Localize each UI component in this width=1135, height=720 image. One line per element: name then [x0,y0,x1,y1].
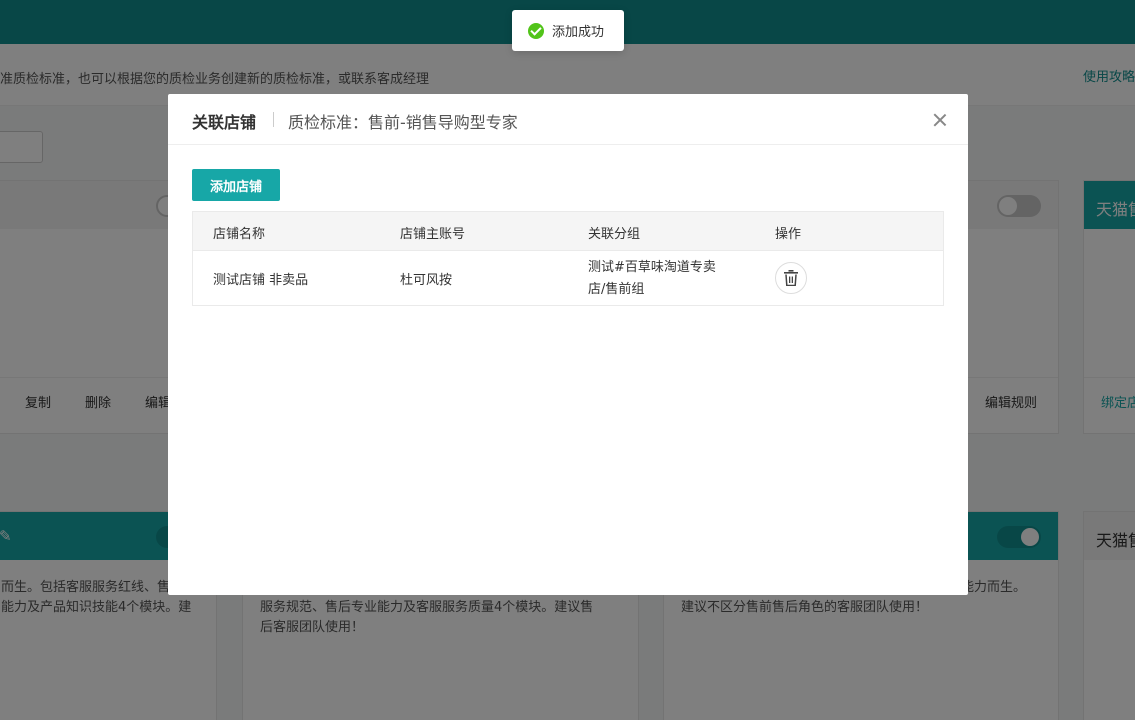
modal-title: 关联店铺 [192,113,257,132]
check-circle-icon [528,22,544,39]
title-divider [273,112,274,127]
shop-name-cell: 测试店铺 非卖品 [213,273,309,288]
modal-header: 关联店铺 质检标准：售前-销售导购型专家 [168,94,968,145]
column-header-shop-name: 店铺名称 [213,227,266,242]
toast-text: 添加成功 [552,25,605,40]
modal-subtitle: 质检标准：售前-销售导购型专家 [288,113,518,132]
shop-table: 店铺名称 店铺主账号 关联分组 操作 测试店铺 非卖品 杜可风按 测试#百草味淘… [192,211,944,306]
trash-icon [784,270,798,286]
column-header-group: 关联分组 [588,227,641,242]
main-account-cell: 杜可风按 [400,273,453,288]
link-shop-modal: 关联店铺 质检标准：售前-销售导购型专家 添加店铺 店铺名称 店铺主账号 关联分… [168,94,968,595]
close-icon[interactable] [930,110,950,130]
group-line: 测试#百草味淘道专卖 [588,260,716,275]
table-row: 测试店铺 非卖品 杜可风按 测试#百草味淘道专卖 店/售前组 [193,251,943,305]
table-header: 店铺名称 店铺主账号 关联分组 操作 [193,212,943,251]
group-cell: 测试#百草味淘道专卖 店/售前组 [588,257,716,301]
column-header-action: 操作 [775,227,802,242]
add-shop-button[interactable]: 添加店铺 [192,169,280,201]
delete-button[interactable] [775,262,807,294]
group-line: 店/售前组 [588,282,645,297]
success-toast: 添加成功 [512,10,624,51]
column-header-main-account: 店铺主账号 [400,227,466,242]
